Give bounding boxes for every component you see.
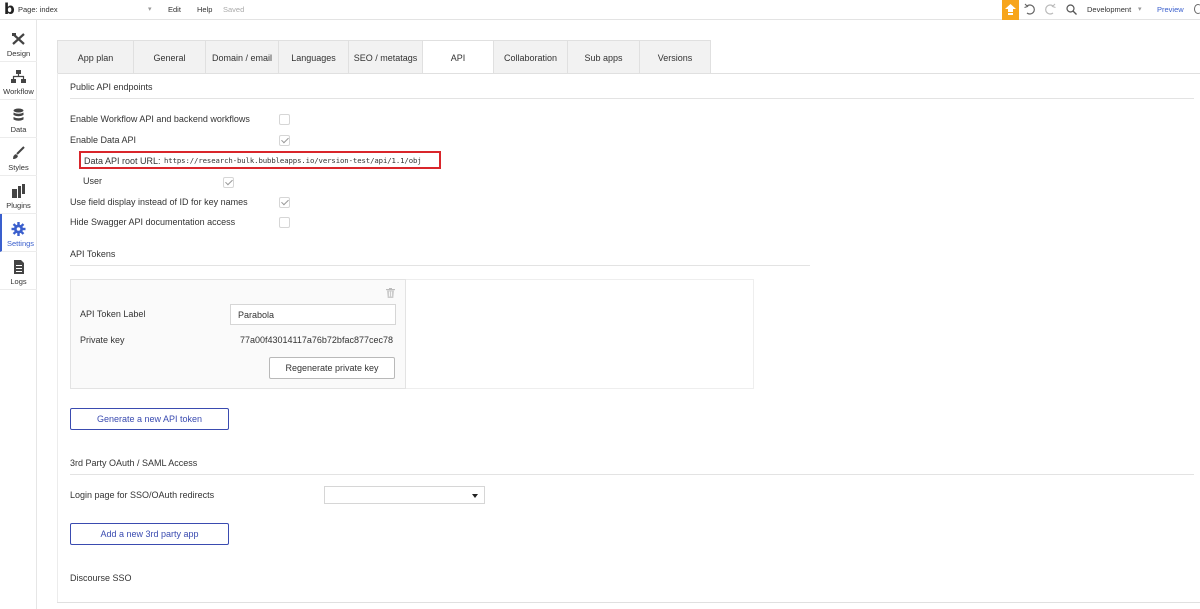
- undo-icon[interactable]: [1024, 3, 1036, 16]
- dropdown-arrow-icon: [472, 494, 478, 498]
- top-bar: b Page: index ▾ Edit Help Saved Developm…: [0, 0, 1200, 20]
- save-status: Saved: [223, 5, 245, 14]
- settings-tabs: App plan General Domain / email Language…: [57, 40, 711, 74]
- hide-swagger-label: Hide Swagger API documentation access: [70, 217, 236, 227]
- plugin-icon: [12, 184, 25, 198]
- tab-languages[interactable]: Languages: [278, 40, 348, 74]
- bubble-logo[interactable]: b: [4, 2, 15, 17]
- field-display-label: Use field display instead of ID for key …: [70, 197, 248, 207]
- gear-icon: [11, 222, 26, 236]
- environment-dropdown-icon[interactable]: ▾: [1138, 5, 1142, 13]
- api-token-label-input[interactable]: [230, 304, 396, 325]
- enable-data-api-label: Enable Data API: [70, 135, 137, 145]
- api-token-card-frame: [406, 279, 754, 389]
- design-icon: [12, 33, 25, 45]
- private-key-value: 77a00f43014117a76b72bfac877cec78: [240, 335, 393, 345]
- enable-workflow-api-label: Enable Workflow API and backend workflow…: [70, 114, 250, 124]
- sidebar-item-logs[interactable]: Logs: [0, 252, 37, 290]
- tab-versions[interactable]: Versions: [639, 40, 711, 74]
- tab-api[interactable]: API: [422, 40, 493, 74]
- help-menu[interactable]: Help: [197, 5, 212, 14]
- hide-swagger-checkbox[interactable]: [279, 217, 290, 228]
- data-api-root-url-label: Data API root URL:: [84, 156, 161, 166]
- left-sidebar: Design Workflow Data Styles Plugins Sett…: [0, 20, 37, 609]
- sidebar-item-plugins[interactable]: Plugins: [0, 176, 37, 214]
- api-token-label-caption: API Token Label: [80, 309, 146, 319]
- enable-workflow-api-checkbox[interactable]: [279, 114, 290, 125]
- data-api-root-url-value[interactable]: https://research-bulk.bubbleapps.io/vers…: [164, 156, 422, 165]
- data-api-root-url: Data API root URL: https://research-bulk…: [79, 151, 441, 169]
- environment-selector[interactable]: Development: [1087, 5, 1131, 14]
- section-title-public-api: Public API endpoints: [70, 82, 153, 92]
- tab-domain-email[interactable]: Domain / email: [205, 40, 278, 74]
- sidebar-item-workflow[interactable]: Workflow: [0, 62, 37, 100]
- section-divider: [70, 98, 1194, 99]
- tab-seo-metatags[interactable]: SEO / metatags: [348, 40, 422, 74]
- preview-link[interactable]: Preview: [1157, 5, 1184, 14]
- generate-api-token-button[interactable]: Generate a new API token: [70, 408, 229, 430]
- content-left-border: [57, 73, 58, 603]
- user-type-label: User: [83, 176, 103, 186]
- sidebar-item-label: Logs: [10, 277, 27, 286]
- page-dropdown-icon[interactable]: ▾: [148, 5, 152, 13]
- login-page-label: Login page for SSO/OAuth redirects: [70, 490, 215, 500]
- tab-general[interactable]: General: [133, 40, 205, 74]
- regenerate-private-key-button[interactable]: Regenerate private key: [269, 357, 395, 379]
- sidebar-item-label: Plugins: [6, 201, 31, 210]
- sidebar-item-label: Workflow: [3, 87, 34, 96]
- section-divider: [70, 474, 1194, 475]
- private-key-caption: Private key: [80, 335, 125, 345]
- tab-sub-apps[interactable]: Sub apps: [567, 40, 639, 74]
- database-icon: [13, 108, 24, 121]
- redo-icon[interactable]: [1044, 3, 1056, 16]
- sidebar-item-design[interactable]: Design: [0, 24, 37, 62]
- sidebar-item-styles[interactable]: Styles: [0, 138, 37, 176]
- logs-icon: [14, 260, 24, 274]
- trash-icon[interactable]: [386, 288, 395, 298]
- sidebar-item-label: Data: [10, 125, 27, 134]
- section-title-api-tokens: API Tokens: [70, 249, 116, 259]
- page-selector[interactable]: Page: index: [18, 5, 58, 14]
- field-display-checkbox[interactable]: [279, 197, 290, 208]
- upgrade-icon: [1005, 4, 1016, 15]
- sidebar-item-label: Settings: [6, 239, 35, 248]
- sidebar-item-settings[interactable]: Settings: [0, 214, 37, 252]
- section-title-oauth: 3rd Party OAuth / SAML Access: [70, 458, 198, 468]
- upgrade-button[interactable]: [1002, 0, 1019, 20]
- add-third-party-app-button[interactable]: Add a new 3rd party app: [70, 523, 229, 545]
- tab-collaboration[interactable]: Collaboration: [493, 40, 567, 74]
- tab-content-border: [57, 73, 1200, 74]
- login-page-select[interactable]: [324, 486, 485, 504]
- sidebar-item-label: Styles: [8, 163, 29, 172]
- workflow-icon: [11, 70, 26, 83]
- sidebar-item-label: Design: [6, 49, 31, 58]
- section-divider: [57, 602, 1200, 603]
- brush-icon: [13, 146, 25, 159]
- section-divider: [70, 265, 810, 266]
- user-type-checkbox[interactable]: [223, 177, 234, 188]
- tab-app-plan[interactable]: App plan: [57, 40, 133, 74]
- enable-data-api-checkbox[interactable]: [279, 135, 290, 146]
- edit-menu[interactable]: Edit: [168, 5, 181, 14]
- search-icon[interactable]: [1066, 4, 1077, 15]
- section-title-discourse: Discourse SSO: [70, 573, 132, 583]
- deploy-icon[interactable]: [1194, 4, 1200, 14]
- sidebar-item-data[interactable]: Data: [0, 100, 37, 138]
